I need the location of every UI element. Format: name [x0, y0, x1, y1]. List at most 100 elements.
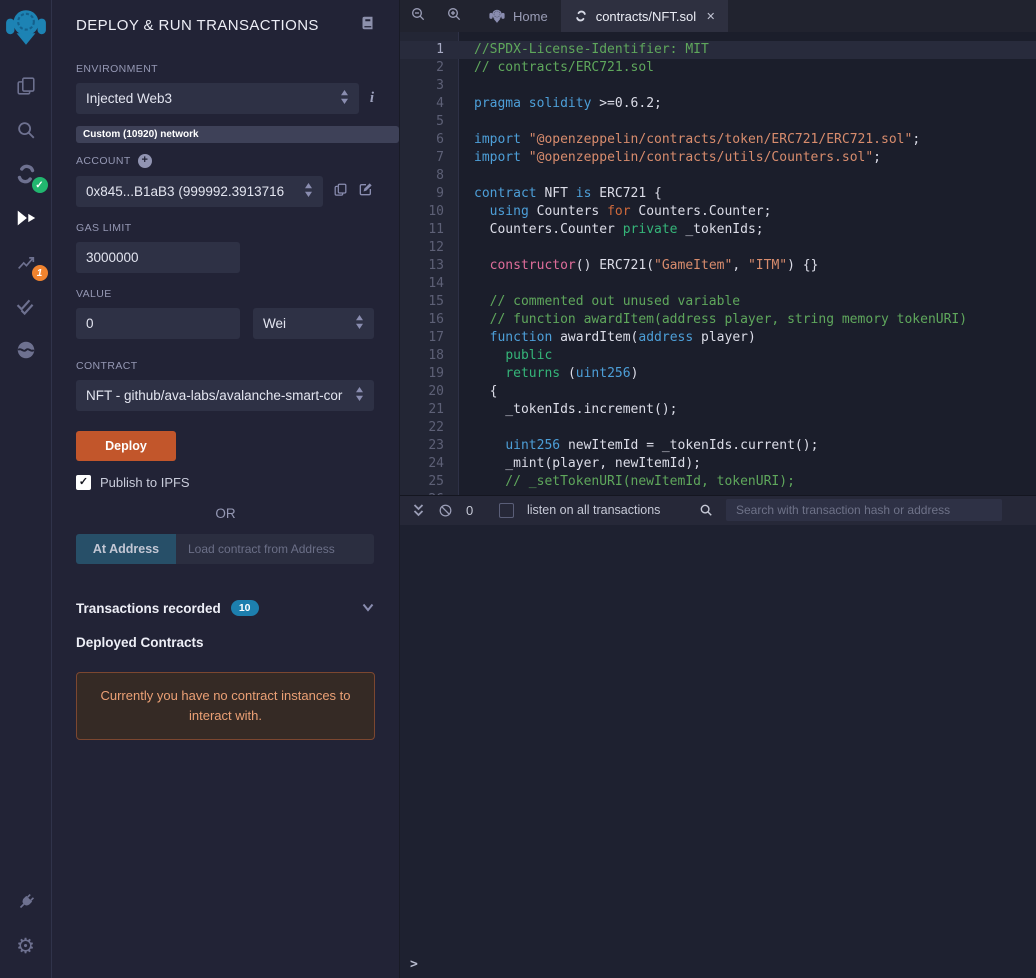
code-text: {	[474, 384, 498, 399]
line-number[interactable]: 24	[400, 455, 458, 473]
line-number[interactable]: 22	[400, 419, 458, 437]
environment-select[interactable]: Injected Web3	[76, 83, 359, 114]
line-number[interactable]: 21	[400, 401, 458, 419]
line-number[interactable]: 4	[400, 95, 458, 113]
line-number[interactable]: 2	[400, 59, 458, 77]
line-number[interactable]: 6	[400, 131, 458, 149]
code-line[interactable]: 17 function awardItem(address player)	[400, 329, 1036, 347]
terminal-prompt: >	[410, 957, 418, 972]
line-number[interactable]: 20	[400, 383, 458, 401]
code-line[interactable]: 26	[400, 491, 1036, 495]
line-number[interactable]: 12	[400, 239, 458, 257]
collapse-terminal-icon[interactable]	[412, 503, 425, 517]
line-number[interactable]: 18	[400, 347, 458, 365]
line-number[interactable]: 13	[400, 257, 458, 275]
edit-account-icon[interactable]	[358, 181, 374, 202]
code-line[interactable]: 2 // contracts/ERC721.sol	[400, 59, 1036, 77]
code-line[interactable]: 14	[400, 275, 1036, 293]
line-number[interactable]: 11	[400, 221, 458, 239]
unit-testing-icon[interactable]	[9, 289, 43, 323]
deploy-button[interactable]: Deploy	[76, 431, 176, 461]
contract-select[interactable]: NFT - github/ava-labs/avalanche-smart-co…	[76, 380, 374, 411]
documentation-icon[interactable]	[360, 15, 375, 36]
chevron-down-icon[interactable]	[362, 599, 374, 617]
line-number[interactable]: 17	[400, 329, 458, 347]
code-line[interactable]: 23 uint256 newItemId = _tokenIds.current…	[400, 437, 1036, 455]
line-number[interactable]: 7	[400, 149, 458, 167]
add-account-icon[interactable]: +	[137, 154, 152, 168]
terminal-search-input[interactable]	[726, 499, 1002, 521]
zoom-in-icon[interactable]	[446, 6, 462, 27]
line-number[interactable]: 1	[400, 41, 458, 59]
line-number[interactable]: 10	[400, 203, 458, 221]
line-number[interactable]: 16	[400, 311, 458, 329]
solidity-compiler-icon[interactable]: ✓	[9, 157, 48, 193]
settings-icon[interactable]: ⚙	[9, 929, 43, 963]
line-number[interactable]: 14	[400, 275, 458, 293]
code-line[interactable]: 22	[400, 419, 1036, 437]
code-line[interactable]: 18 public	[400, 347, 1036, 365]
code-area: 1 //SPDX-License-Identifier: MIT 2 // contr…	[400, 41, 1036, 495]
tab-nft-sol[interactable]: contracts/NFT.sol ✕	[560, 0, 729, 32]
code-line[interactable]: 1 //SPDX-License-Identifier: MIT	[400, 41, 1036, 59]
line-number[interactable]: 15	[400, 293, 458, 311]
account-label: ACCOUNT	[76, 155, 131, 167]
panel-title: DEPLOY & RUN TRANSACTIONS	[76, 17, 319, 34]
gas-limit-input[interactable]	[76, 242, 240, 273]
code-line[interactable]: 6 import "@openzeppelin/contracts/token/E…	[400, 131, 1036, 149]
code-text: Counters.Counter private _tokenIds;	[474, 222, 764, 237]
code-text: import "@openzeppelin/contracts/utils/Co…	[474, 150, 881, 165]
publish-ipfs-toggle[interactable]: ✓ Publish to IPFS	[76, 475, 374, 490]
listen-transactions-checkbox[interactable]	[499, 502, 514, 518]
debugger-icon[interactable]	[9, 333, 43, 367]
line-number[interactable]: 26	[400, 491, 458, 495]
static-analysis-icon[interactable]: 1	[9, 245, 48, 281]
line-number[interactable]: 8	[400, 167, 458, 185]
line-number[interactable]: 25	[400, 473, 458, 491]
at-address-button[interactable]: At Address	[76, 534, 176, 564]
code-line[interactable]: 3	[400, 77, 1036, 95]
tab-home[interactable]: Home	[476, 0, 561, 32]
terminal-output[interactable]: >	[400, 524, 1036, 978]
code-line[interactable]: 7 import "@openzeppelin/contracts/utils/C…	[400, 149, 1036, 167]
line-number[interactable]: 23	[400, 437, 458, 455]
value-input[interactable]	[76, 308, 240, 339]
code-line[interactable]: 20 {	[400, 383, 1036, 401]
line-number[interactable]: 5	[400, 113, 458, 131]
clear-console-icon[interactable]	[438, 503, 453, 518]
code-line[interactable]: 4 pragma solidity >=0.6.2;	[400, 95, 1036, 113]
code-editor[interactable]: 1 //SPDX-License-Identifier: MIT 2 // contr…	[400, 32, 1036, 495]
plugin-manager-icon[interactable]	[9, 885, 43, 919]
zoom-out-icon[interactable]	[410, 6, 426, 27]
account-select[interactable]: 0x845...B1aB3 (999992.3913716	[76, 176, 323, 207]
deploy-and-run-icon[interactable]	[9, 201, 43, 235]
updown-arrows-icon	[355, 315, 364, 332]
value-unit-select[interactable]: Wei	[253, 308, 374, 339]
code-line[interactable]: 19 returns (uint256)	[400, 365, 1036, 383]
file-explorer-icon[interactable]	[9, 69, 43, 103]
search-plugin-icon[interactable]	[9, 113, 43, 147]
copy-account-icon[interactable]	[333, 182, 348, 202]
code-line[interactable]: 16 // function awardItem(address player,…	[400, 311, 1036, 329]
code-line[interactable]: 13 constructor() ERC721("GameItem", "ITM…	[400, 257, 1036, 275]
close-tab-icon[interactable]: ✕	[706, 10, 715, 23]
code-line[interactable]: 8	[400, 167, 1036, 185]
code-line[interactable]: 12	[400, 239, 1036, 257]
line-number[interactable]: 3	[400, 77, 458, 95]
line-number[interactable]: 19	[400, 365, 458, 383]
environment-info-icon[interactable]: i	[370, 90, 374, 107]
at-address-input[interactable]	[176, 534, 374, 564]
code-line[interactable]: 24 _mint(player, newItemId);	[400, 455, 1036, 473]
code-line[interactable]: 9 contract NFT is ERC721 {	[400, 185, 1036, 203]
code-line[interactable]: 11 Counters.Counter private _tokenIds;	[400, 221, 1036, 239]
code-line[interactable]: 25 // _setTokenURI(newItemId, tokenURI);	[400, 473, 1036, 491]
code-line[interactable]: 10 using Counters for Counters.Counter;	[400, 203, 1036, 221]
updown-arrows-icon	[304, 183, 313, 200]
code-line[interactable]: 5	[400, 113, 1036, 131]
code-line[interactable]: 21 _tokenIds.increment();	[400, 401, 1036, 419]
home-remix-icon	[489, 9, 505, 23]
code-line[interactable]: 15 // commented out unused variable	[400, 293, 1036, 311]
publish-checkbox-checked[interactable]: ✓	[76, 475, 91, 490]
at-address-section: At Address	[76, 534, 374, 564]
line-number[interactable]: 9	[400, 185, 458, 203]
